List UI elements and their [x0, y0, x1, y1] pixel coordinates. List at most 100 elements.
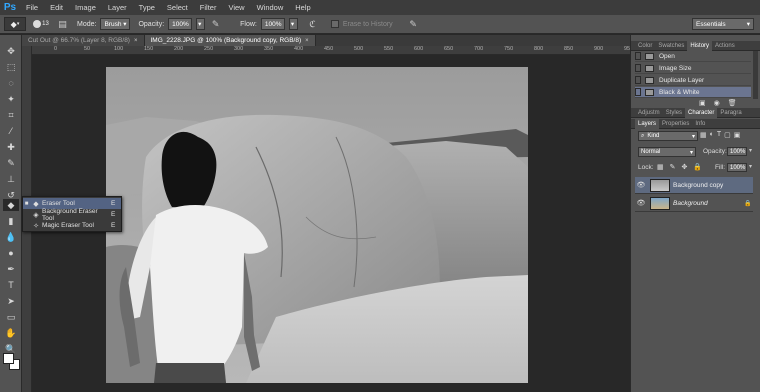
tab-character[interactable]: Character [685, 107, 718, 118]
brush-panel-toggle-icon[interactable]: ▤ [56, 18, 69, 31]
history-item-black-white[interactable]: Black & White [635, 87, 751, 98]
eye-icon[interactable]: 👁 [635, 181, 647, 189]
pressure-opacity-icon[interactable]: ✎ [209, 18, 222, 31]
shape-filter-icon[interactable]: ▢ [724, 131, 731, 139]
adjustments-panel-tabs: Adjustm Styles Character Paragra [631, 107, 760, 118]
pressure-size-icon[interactable]: ✎ [407, 18, 420, 31]
move-tool-icon[interactable]: ✥ [3, 45, 19, 57]
tab-cut-out[interactable]: Cut Out @ 66.7% (Layer 8, RGB/8) × [22, 35, 145, 46]
marquee-tool-icon[interactable]: ⬚ [3, 61, 19, 73]
menu-type[interactable]: Type [133, 3, 161, 12]
layer-background-copy[interactable]: 👁 Background copy [635, 177, 753, 194]
new-document-icon[interactable]: ▣ [699, 99, 706, 107]
history-item-open[interactable]: Open [635, 51, 751, 62]
eyedropper-tool-icon[interactable]: ⁄ [3, 125, 19, 137]
fill-input[interactable]: 100% [727, 163, 747, 172]
type-filter-icon[interactable]: T [717, 131, 721, 139]
clone-stamp-tool-icon[interactable]: ⊥ [3, 173, 19, 185]
tab-img-2228[interactable]: IMG_2228.JPG @ 100% (Background copy, RG… [144, 35, 316, 46]
gradient-tool-icon[interactable]: ▮ [3, 215, 19, 227]
healing-brush-tool-icon[interactable]: ✚ [3, 141, 19, 153]
flyout-magic-eraser-tool[interactable]: ✧ Magic Eraser Tool E [23, 220, 121, 231]
menu-select[interactable]: Select [161, 3, 194, 12]
pixel-filter-icon[interactable]: ▦ [700, 131, 707, 139]
eraser-icon: ◆ [33, 200, 39, 208]
blur-tool-icon[interactable]: 💧 [3, 231, 19, 243]
chevron-down-icon: ▾ [691, 133, 695, 140]
menu-image[interactable]: Image [69, 3, 102, 12]
foreground-color-swatch[interactable] [3, 353, 14, 364]
dodge-tool-icon[interactable]: ● [3, 247, 19, 259]
kind-label: Kind [647, 133, 660, 139]
opacity-dropdown[interactable]: ▾ [196, 18, 206, 30]
background-eraser-icon: ◈ [33, 211, 39, 219]
lock-transparency-icon[interactable]: ▦ [657, 163, 664, 171]
tab-paragraph[interactable]: Paragra [717, 108, 744, 118]
eye-icon[interactable]: 👁 [635, 199, 647, 207]
history-scrollbar[interactable] [753, 51, 758, 99]
type-tool-icon[interactable]: T [3, 279, 19, 291]
close-icon[interactable]: × [134, 38, 138, 44]
blend-mode-value: Normal [641, 149, 661, 155]
workspace-select[interactable]: Essentials ▾ [692, 18, 754, 30]
blend-mode-select[interactable]: Normal ▾ [638, 147, 696, 157]
ruler-tick: 400 [294, 46, 304, 52]
hand-tool-icon[interactable]: ✋ [3, 327, 19, 339]
chevron-down-icon[interactable]: ▾ [749, 163, 752, 170]
lock-options: ▦ ✎ ✥ 🔒 [657, 163, 702, 171]
menu-layer[interactable]: Layer [102, 3, 133, 12]
mode-select[interactable]: Brush ▾ [100, 18, 131, 30]
ruler-tick: 350 [264, 46, 274, 52]
flyout-background-eraser-tool[interactable]: ◈ Background Eraser Tool E [23, 208, 121, 222]
snapshot-icon[interactable]: ◉ [714, 99, 720, 107]
ruler-tick: 100 [114, 46, 124, 52]
tab-info[interactable]: Info [692, 119, 708, 129]
brush-tool-icon[interactable]: ✎ [3, 157, 19, 169]
adjustment-filter-icon[interactable]: ◐ [710, 131, 714, 139]
lock-position-icon[interactable]: ✥ [682, 163, 688, 171]
tab-styles[interactable]: Styles [663, 108, 685, 118]
tool-preset-picker[interactable]: ◆ ▾ [4, 17, 26, 31]
tab-layers[interactable]: Layers [635, 118, 660, 129]
flow-input[interactable]: 100% [260, 18, 285, 30]
menu-edit[interactable]: Edit [44, 3, 69, 12]
lasso-tool-icon[interactable]: ◌ [3, 77, 19, 89]
menu-view[interactable]: View [222, 3, 250, 12]
tab-history[interactable]: History [687, 40, 713, 51]
tab-actions[interactable]: Actions [712, 41, 738, 51]
airbrush-icon[interactable]: ℭ [306, 18, 319, 31]
erase-to-history-checkbox[interactable] [330, 20, 339, 28]
history-item-image-size[interactable]: Image Size [635, 63, 751, 74]
eraser-tool-icon[interactable]: ◆ [3, 199, 19, 211]
lock-all-icon[interactable]: 🔒 [693, 163, 702, 171]
menu-help[interactable]: Help [289, 3, 316, 12]
pen-tool-icon[interactable]: ✒ [3, 263, 19, 275]
close-icon[interactable]: × [305, 38, 309, 44]
tab-color[interactable]: Color [635, 41, 655, 51]
menu-file[interactable]: File [20, 3, 44, 12]
document-image[interactable] [106, 67, 528, 383]
tab-swatches[interactable]: Swatches [655, 41, 687, 51]
layer-filter-kind[interactable]: ⌕ Kind ▾ [638, 131, 698, 141]
layer-opacity-input[interactable]: 100% [727, 147, 747, 156]
smart-object-filter-icon[interactable]: ▣ [734, 131, 741, 139]
path-selection-tool-icon[interactable]: ➤ [3, 295, 19, 307]
chevron-down-icon[interactable]: ▾ [749, 147, 752, 154]
brush-preset-picker[interactable]: 13 [30, 17, 52, 31]
menu-window[interactable]: Window [251, 3, 290, 12]
flow-dropdown[interactable]: ▾ [288, 18, 298, 30]
menu-filter[interactable]: Filter [194, 3, 223, 12]
history-item-duplicate-layer[interactable]: Duplicate Layer [635, 75, 751, 86]
shape-tool-icon[interactable]: ▭ [3, 311, 19, 323]
lock-pixels-icon[interactable]: ✎ [670, 163, 676, 171]
horizontal-ruler[interactable]: 0 50 100 150 200 250 300 350 400 450 500 550 600 650 7… [32, 46, 630, 55]
tab-properties[interactable]: Properties [659, 119, 692, 129]
tab-adjustments[interactable]: Adjustm [635, 108, 663, 118]
options-bar: ◆ ▾ 13 ▤ Mode: Brush ▾ Opacity: 100% ▾ ✎ F… [0, 15, 760, 34]
trash-icon[interactable]: 🗑 [728, 99, 737, 107]
crop-tool-icon[interactable]: ⌗ [3, 109, 19, 121]
quick-selection-tool-icon[interactable]: ✦ [3, 93, 19, 105]
opacity-input[interactable]: 100% [168, 18, 193, 30]
layer-name: Background copy [673, 181, 724, 189]
layer-background[interactable]: 👁 Background 🔒 [635, 195, 753, 212]
